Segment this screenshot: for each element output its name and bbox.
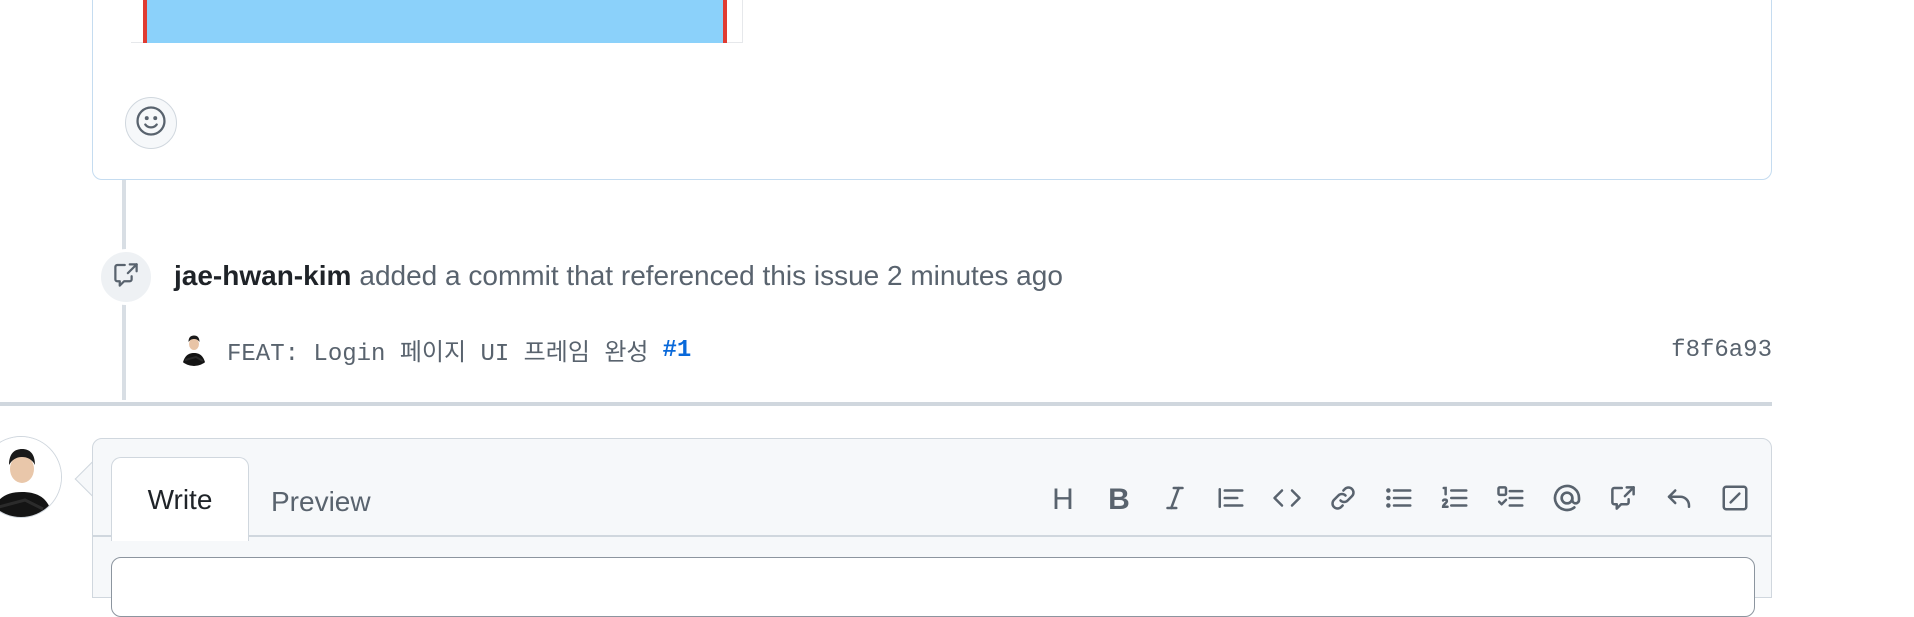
task-list-icon	[1495, 483, 1527, 518]
issue-reference-link[interactable]: #1	[662, 337, 691, 364]
cross-reference-button[interactable]	[1595, 475, 1651, 525]
event-author-link[interactable]: jae-hwan-kim	[174, 260, 351, 292]
mention-icon	[1551, 482, 1583, 519]
current-user-avatar[interactable]	[0, 436, 62, 518]
ordered-list-icon	[1439, 483, 1471, 518]
tab-preview[interactable]: Preview	[271, 477, 371, 527]
event-description: added a commit that referenced this issu…	[359, 260, 1063, 291]
commit-title: FEAT: Login 페이지 UI 프레임 완성	[227, 341, 649, 368]
slash-commands-button[interactable]	[1707, 475, 1763, 525]
timeline-divider	[0, 402, 1772, 406]
heading-button[interactable]: H	[1035, 475, 1091, 525]
commit-sha-link[interactable]: f8f6a93	[1671, 332, 1772, 368]
comment-card	[92, 0, 1772, 180]
tabs-divider	[93, 535, 1771, 537]
ordered-list-button[interactable]	[1427, 475, 1483, 525]
event-badge	[98, 249, 154, 305]
commit-author-avatar[interactable]	[176, 330, 212, 366]
cross-reference-icon	[1607, 483, 1639, 518]
smiley-icon	[134, 104, 168, 143]
link-icon	[1328, 483, 1358, 518]
code-icon	[1271, 483, 1303, 518]
attached-image[interactable]	[131, 0, 743, 43]
timeline-event: jae-hwan-kim added a commit that referen…	[174, 256, 1063, 296]
cross-reference-icon	[111, 260, 141, 295]
mention-button[interactable]	[1539, 475, 1595, 525]
slash-commands-icon	[1720, 483, 1750, 518]
add-reaction-button[interactable]	[125, 97, 177, 149]
commit-message-link[interactable]: FEAT: Login 페이지 UI 프레임 완성 #1	[227, 332, 691, 369]
unordered-list-icon	[1383, 483, 1415, 518]
tab-write[interactable]: Write	[111, 457, 249, 541]
reply-button[interactable]	[1651, 475, 1707, 525]
bold-icon: B	[1108, 483, 1130, 516]
comment-textarea[interactable]	[111, 557, 1755, 617]
markdown-toolbar: H B	[1035, 475, 1763, 525]
comment-composer: Write Preview H B	[92, 438, 1772, 617]
unordered-list-button[interactable]	[1371, 475, 1427, 525]
italic-icon	[1160, 483, 1190, 518]
italic-button[interactable]	[1147, 475, 1203, 525]
link-button[interactable]	[1315, 475, 1371, 525]
bold-button[interactable]: B	[1091, 475, 1147, 525]
attached-image-content	[143, 0, 727, 43]
reply-icon	[1663, 483, 1695, 518]
quote-button[interactable]	[1203, 475, 1259, 525]
quote-icon	[1215, 483, 1247, 518]
heading-icon: H	[1052, 483, 1074, 516]
task-list-button[interactable]	[1483, 475, 1539, 525]
code-button[interactable]	[1259, 475, 1315, 525]
